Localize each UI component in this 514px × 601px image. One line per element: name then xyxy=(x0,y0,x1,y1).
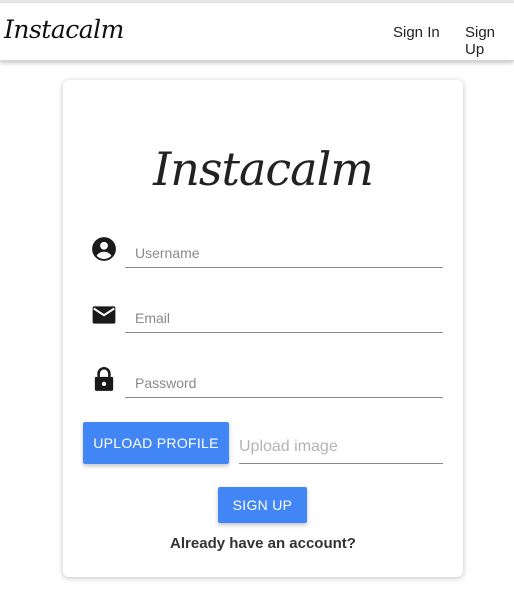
navbar-brand[interactable]: Instacalm xyxy=(4,15,124,44)
navbar: Instacalm Sign In Sign Up xyxy=(0,3,514,61)
nav-sign-up-link[interactable]: Sign Up xyxy=(465,24,514,58)
already-have-account-link[interactable]: Already have an account? xyxy=(63,535,463,552)
email-input[interactable] xyxy=(125,303,443,333)
lock-icon xyxy=(91,365,117,391)
upload-image-field[interactable] xyxy=(239,430,443,464)
password-input[interactable] xyxy=(125,368,443,398)
password-row xyxy=(63,362,463,412)
account-circle-icon xyxy=(91,236,117,262)
nav-sign-in-link[interactable]: Sign In xyxy=(393,24,440,41)
sign-up-button[interactable]: SIGN UP xyxy=(218,487,307,523)
mail-icon xyxy=(91,302,117,328)
signup-card: Instacalm UPLOAD xyxy=(63,80,463,577)
username-input[interactable] xyxy=(125,238,443,268)
email-row xyxy=(63,297,463,347)
card-logo: Instacalm xyxy=(153,142,374,196)
upload-profile-button[interactable]: UPLOAD PROFILE xyxy=(83,422,229,464)
username-row xyxy=(63,232,463,282)
